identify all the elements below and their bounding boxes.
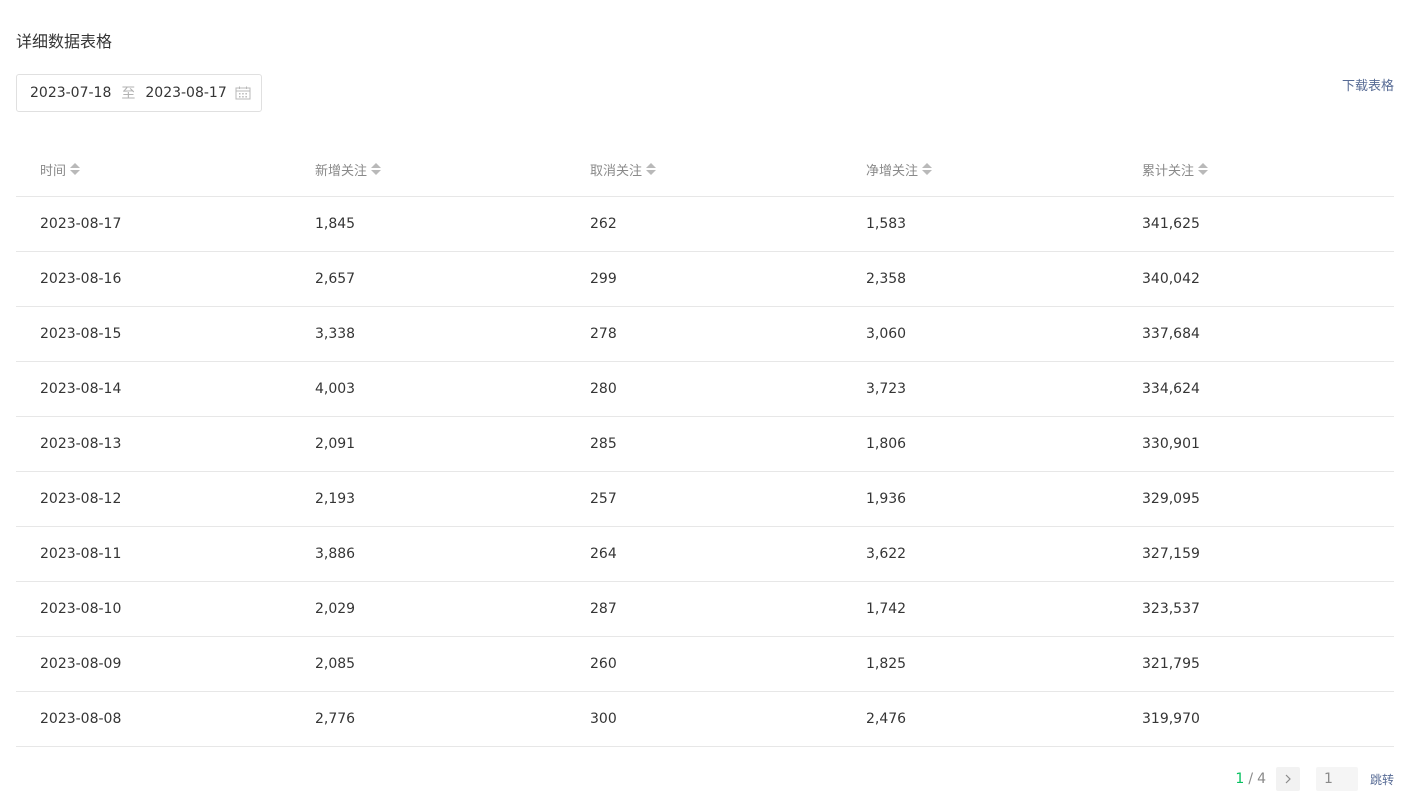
page-jump-button[interactable]: 跳转 xyxy=(1370,771,1394,788)
column-header-label: 取消关注 xyxy=(590,163,643,179)
column-header[interactable]: 净增关注 xyxy=(842,160,1118,179)
table-cell: 2023-08-15 xyxy=(40,326,122,342)
date-range-picker[interactable]: 2023-07-18 至 2023-08-17 xyxy=(16,74,262,112)
date-range-start[interactable]: 2023-07-18 xyxy=(30,85,111,101)
table-cell: 300 xyxy=(590,711,617,727)
table-cell: 3,060 xyxy=(866,326,907,342)
table-cell: 299 xyxy=(590,271,617,287)
column-header[interactable]: 累计关注 xyxy=(1118,160,1394,179)
table-cell: 257 xyxy=(590,491,617,507)
table-cell: 2,358 xyxy=(866,271,907,287)
table-row: 2023-08-17 1,845 262 1,583 341,625 xyxy=(16,197,1394,252)
table-cell: 2023-08-10 xyxy=(40,601,122,617)
table-cell: 334,624 xyxy=(1142,381,1200,397)
column-header-label: 新增关注 xyxy=(315,163,368,179)
table-header: 时间 新增关注 取消关注 净增关注 累计关注 xyxy=(16,142,1394,197)
table-cell: 2023-08-12 xyxy=(40,491,122,507)
sort-icon[interactable] xyxy=(922,163,933,175)
table-cell: 287 xyxy=(590,601,617,617)
table-cell: 1,583 xyxy=(866,216,907,232)
table-cell: 2023-08-08 xyxy=(40,711,122,727)
table-cell: 1,936 xyxy=(866,491,907,507)
table-cell: 1,806 xyxy=(866,436,907,452)
table-cell: 260 xyxy=(590,656,617,672)
page: 详细数据表格 2023-07-18 至 2023-08-17 下载表格 时间 新增… xyxy=(0,0,1417,803)
section-title: 详细数据表格 xyxy=(16,32,113,51)
table-cell: 319,970 xyxy=(1142,711,1200,727)
table-cell: 2023-08-14 xyxy=(40,381,122,397)
table-cell: 2,657 xyxy=(315,271,356,287)
table-cell: 2,776 xyxy=(315,711,356,727)
table-row: 2023-08-14 4,003 280 3,723 334,624 xyxy=(16,362,1394,417)
table-body: 2023-08-17 1,845 262 1,583 341,625 2023-08-16… xyxy=(16,197,1394,747)
pagination-total: 4 xyxy=(1257,771,1266,787)
date-range-separator: 至 xyxy=(121,86,136,102)
table-cell: 2,091 xyxy=(315,436,356,452)
table-cell: 327,159 xyxy=(1142,546,1200,562)
table-cell: 264 xyxy=(590,546,617,562)
table-cell: 2,029 xyxy=(315,601,356,617)
chevron-right-icon xyxy=(1285,774,1291,784)
date-range-end[interactable]: 2023-08-17 xyxy=(145,85,235,101)
table-cell: 340,042 xyxy=(1142,271,1200,287)
table-cell: 2023-08-16 xyxy=(40,271,122,287)
sort-icon[interactable] xyxy=(646,163,657,175)
next-page-button[interactable] xyxy=(1275,767,1300,791)
table-row: 2023-08-13 2,091 285 1,806 330,901 xyxy=(16,417,1394,472)
table-cell: 2023-08-17 xyxy=(40,216,122,232)
table-cell: 323,537 xyxy=(1142,601,1200,617)
column-header[interactable]: 时间 xyxy=(16,160,291,179)
column-header-label: 时间 xyxy=(40,163,67,179)
calendar-icon[interactable] xyxy=(235,86,251,100)
data-table: 时间 新增关注 取消关注 净增关注 累计关注 2023-08-17 1,845 262 1,5… xyxy=(16,142,1394,747)
table-cell: 3,723 xyxy=(866,381,907,397)
column-header-label: 累计关注 xyxy=(1142,163,1195,179)
pagination: 1 / 4 跳转 xyxy=(1235,767,1394,791)
page-jump-input[interactable] xyxy=(1315,767,1358,791)
table-cell: 262 xyxy=(590,216,617,232)
table-row: 2023-08-09 2,085 260 1,825 321,795 xyxy=(16,637,1394,692)
table-row: 2023-08-11 3,886 264 3,622 327,159 xyxy=(16,527,1394,582)
table-cell: 321,795 xyxy=(1142,656,1200,672)
table-cell: 1,742 xyxy=(866,601,907,617)
pagination-current: 1 xyxy=(1235,771,1245,787)
table-cell: 2023-08-13 xyxy=(40,436,122,452)
table-cell: 2023-08-11 xyxy=(40,546,122,562)
table-cell: 1,825 xyxy=(866,656,907,672)
table-row: 2023-08-08 2,776 300 2,476 319,970 xyxy=(16,692,1394,747)
table-cell: 278 xyxy=(590,326,617,342)
table-row: 2023-08-12 2,193 257 1,936 329,095 xyxy=(16,472,1394,527)
pagination-separator: / xyxy=(1248,771,1254,787)
table-cell: 2023-08-09 xyxy=(40,656,122,672)
table-cell: 2,476 xyxy=(866,711,907,727)
table-cell: 4,003 xyxy=(315,381,356,397)
table-cell: 329,095 xyxy=(1142,491,1200,507)
column-header[interactable]: 取消关注 xyxy=(566,160,842,179)
table-cell: 2,193 xyxy=(315,491,356,507)
download-table-link[interactable]: 下载表格 xyxy=(1342,75,1394,94)
table-cell: 330,901 xyxy=(1142,436,1200,452)
sort-icon[interactable] xyxy=(1198,163,1209,175)
column-header[interactable]: 新增关注 xyxy=(291,160,566,179)
sort-icon[interactable] xyxy=(371,163,382,175)
table-row: 2023-08-10 2,029 287 1,742 323,537 xyxy=(16,582,1394,637)
table-row: 2023-08-16 2,657 299 2,358 340,042 xyxy=(16,252,1394,307)
table-cell: 341,625 xyxy=(1142,216,1200,232)
table-cell: 285 xyxy=(590,436,617,452)
column-header-label: 净增关注 xyxy=(866,163,919,179)
table-row: 2023-08-15 3,338 278 3,060 337,684 xyxy=(16,307,1394,362)
table-cell: 280 xyxy=(590,381,617,397)
table-cell: 2,085 xyxy=(315,656,356,672)
table-cell: 337,684 xyxy=(1142,326,1200,342)
sort-icon[interactable] xyxy=(70,163,81,175)
table-cell: 1,845 xyxy=(315,216,356,232)
table-cell: 3,622 xyxy=(866,546,907,562)
table-cell: 3,338 xyxy=(315,326,356,342)
table-cell: 3,886 xyxy=(315,546,356,562)
